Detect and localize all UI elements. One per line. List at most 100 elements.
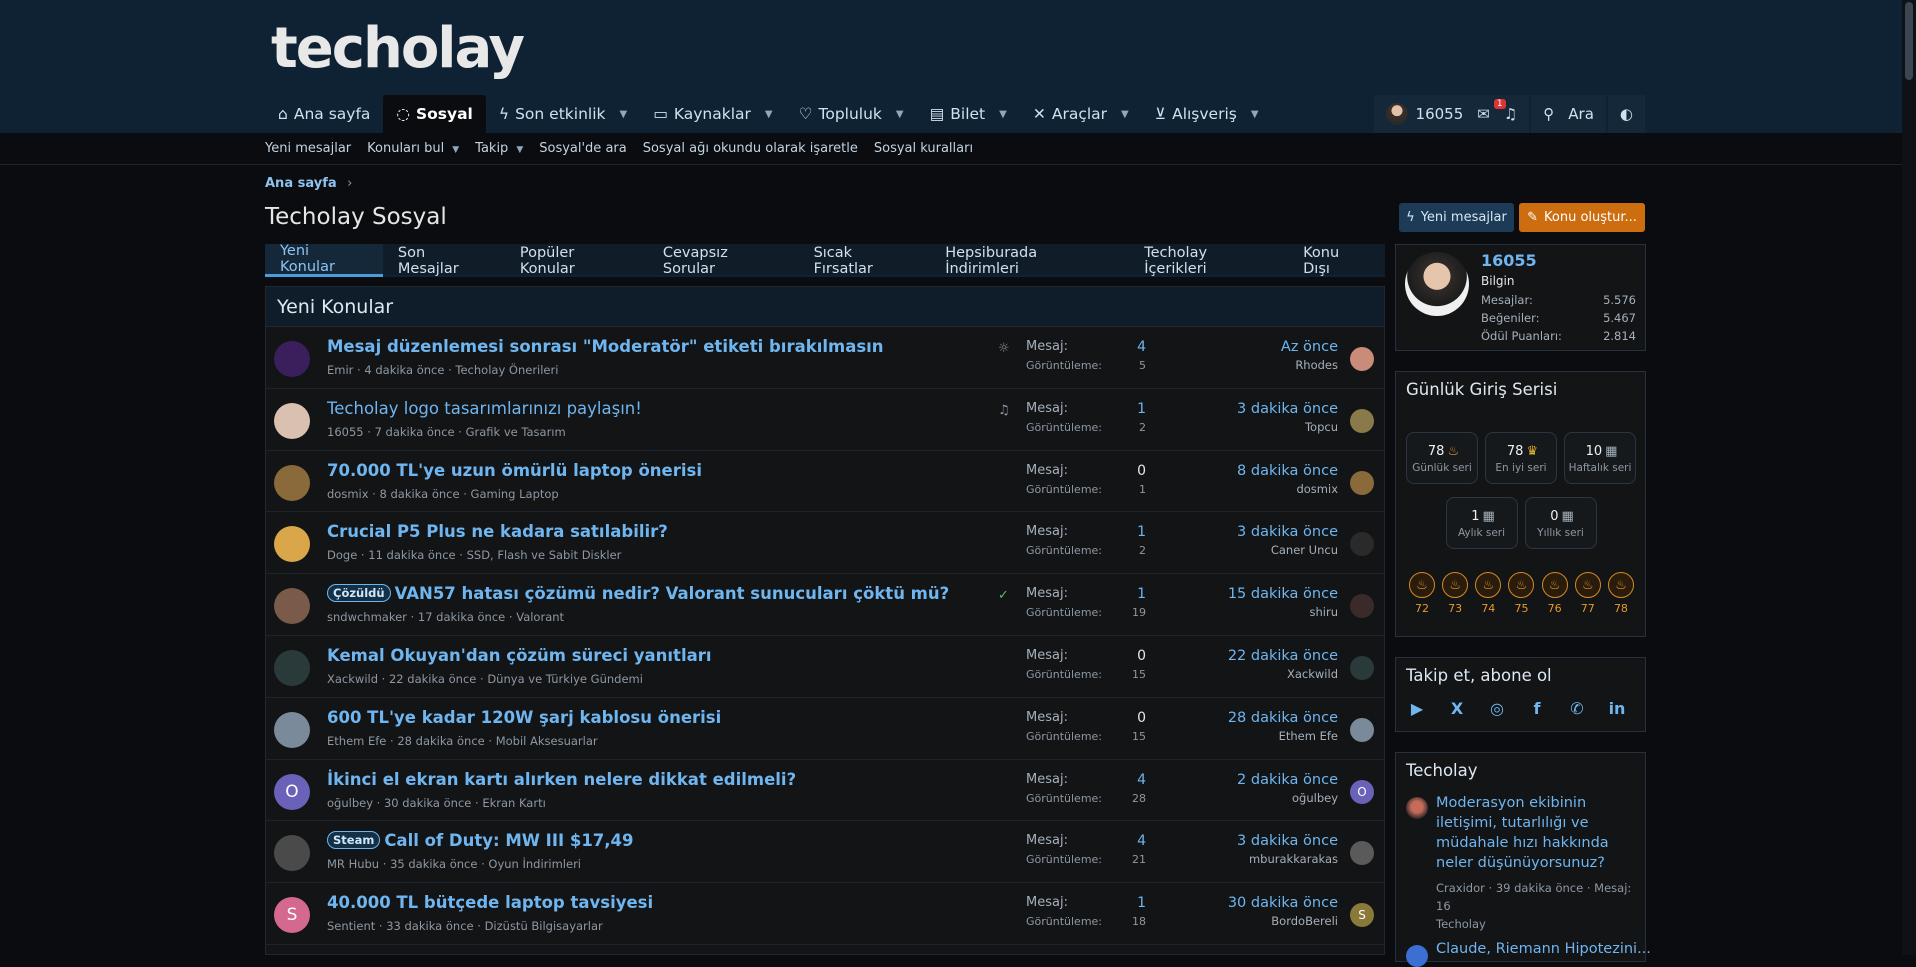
thread-author[interactable]: Ethem Efe [327, 734, 386, 748]
thread-forum[interactable]: Mobil Aksesuarlar [496, 734, 598, 748]
thread-author[interactable]: Xackwild [327, 672, 378, 686]
instagram-icon[interactable]: ◎ [1486, 697, 1508, 719]
thread-title[interactable]: Techolay logo tasarımlarınızı paylaşın! [327, 399, 642, 418]
reply-count[interactable]: 4 [1137, 833, 1146, 849]
thread-prefix[interactable]: Steam [327, 831, 381, 850]
avatar[interactable]: O [1350, 779, 1374, 804]
nav-tab-resources[interactable]: ▭ Kaynaklar ▼ [640, 95, 785, 133]
thread-forum[interactable]: Dizüstü Bilgisayarlar [485, 919, 603, 933]
chevron-down-icon[interactable]: ▼ [1251, 109, 1259, 120]
thread-forum[interactable]: Valorant [516, 610, 564, 624]
avatar[interactable] [1350, 655, 1374, 680]
avatar[interactable] [274, 835, 310, 872]
bell-icon[interactable]: ♫ 1 [1493, 99, 1517, 123]
thread-row[interactable]: 70.000 TL'ye uzun ömürlü laptop önerisi … [266, 451, 1384, 513]
last-post-time[interactable]: Az önce [1281, 339, 1338, 355]
reply-count[interactable]: 1 [1137, 524, 1146, 540]
reply-count[interactable]: 1 [1137, 586, 1146, 602]
tab-off-topic[interactable]: Konu Dışı [1288, 244, 1385, 277]
last-post-time[interactable]: 28 dakika önce [1228, 710, 1338, 726]
thread-forum[interactable]: Techolay Önerileri [455, 363, 558, 377]
subnav-mark-read[interactable]: Sosyal ağı okundu olarak işaretle [643, 141, 858, 156]
thread-author[interactable]: Emir [327, 363, 353, 377]
chevron-down-icon[interactable]: ▼ [619, 109, 627, 120]
thread-title[interactable]: İkinci el ekran kartı alırken nelere dik… [327, 770, 796, 789]
thread-time[interactable]: 11 dakika önce [368, 548, 455, 562]
thread-title[interactable]: Mesaj düzenlemesi sonrası "Moderatör" et… [327, 337, 884, 356]
avatar[interactable] [274, 341, 310, 377]
thread-author[interactable]: sndwchmaker [327, 610, 407, 624]
last-post-time[interactable]: 3 dakika önce [1237, 401, 1338, 417]
last-post-user[interactable]: dosmix [1237, 482, 1338, 496]
scrollbar[interactable] [1902, 0, 1916, 955]
subnav-new-messages[interactable]: Yeni mesajlar [265, 141, 351, 156]
thread-row[interactable]: O İkinci el ekran kartı alırken nelere d… [266, 760, 1384, 822]
youtube-icon[interactable]: ▶ [1406, 697, 1428, 719]
tab-new-threads[interactable]: Yeni Konular [265, 243, 383, 277]
avatar[interactable] [274, 711, 310, 748]
facebook-icon[interactable]: f [1526, 697, 1548, 719]
avatar[interactable]: S [1350, 903, 1374, 928]
last-post-user[interactable]: Xackwild [1228, 667, 1338, 681]
thread-title[interactable]: Çözüldü VAN57 hatası çözümü nedir? Valora… [327, 584, 949, 603]
thread-author[interactable]: dosmix [327, 487, 369, 501]
scrollbar-thumb[interactable] [1905, 2, 1913, 80]
thread-title[interactable]: 70.000 TL'ye uzun ömürlü laptop önerisi [327, 461, 702, 480]
last-post-time[interactable]: 15 dakika önce [1228, 586, 1338, 602]
nav-tab-activity[interactable]: ϟ Son etkinlik ▼ [486, 95, 640, 133]
tab-techolay-content[interactable]: Techolay İçerikleri [1129, 244, 1288, 277]
thread-row[interactable]: 600 TL'ye kadar 120W şarj kablosu öneris… [266, 698, 1384, 760]
last-post-user[interactable]: Ethem Efe [1228, 729, 1338, 743]
thread-forum[interactable]: Gaming Laptop [471, 487, 559, 501]
last-post-user[interactable]: oğulbey [1237, 791, 1338, 805]
thread-time[interactable]: 4 dakika önce [364, 363, 444, 377]
last-post-user[interactable]: mburakkarakas [1237, 852, 1338, 866]
avatar[interactable] [1350, 347, 1374, 371]
thread-time[interactable]: 17 dakika önce [418, 610, 505, 624]
thread-title[interactable]: Steam Call of Duty: MW III $17,49 [327, 831, 634, 850]
thread-row[interactable]: Steam Call of Duty: MW III $17,49 MR Hubu… [266, 821, 1384, 884]
avatar[interactable] [274, 464, 310, 501]
thread-row[interactable]: Crucial P5 Plus ne kadara satılabilir? D… [266, 512, 1384, 575]
avatar[interactable] [274, 402, 310, 439]
breadcrumb[interactable]: Ana sayfa › [265, 176, 352, 191]
subnav-follow[interactable]: Takip ▼ [475, 141, 523, 156]
subnav-rules[interactable]: Sosyal kuralları [874, 141, 973, 156]
thread-title[interactable]: Crucial P5 Plus ne kadara satılabilir? [327, 522, 668, 541]
tab-unanswered[interactable]: Cevapsız Sorular [648, 244, 799, 277]
last-post-user[interactable]: Rhodes [1281, 358, 1338, 372]
reply-count[interactable]: 4 [1137, 772, 1146, 788]
chevron-down-icon[interactable]: ▼ [896, 109, 904, 120]
nav-tab-community[interactable]: ♡ Topluluk ▼ [786, 95, 917, 133]
x-icon[interactable]: X [1446, 697, 1468, 719]
avatar[interactable] [1350, 717, 1374, 742]
thread-forum[interactable]: Grafik ve Tasarım [466, 425, 566, 439]
avatar[interactable]: S [274, 897, 310, 934]
last-post-user[interactable]: Topcu [1237, 420, 1338, 434]
theme-toggle[interactable]: ◐ [1607, 95, 1645, 133]
reply-count[interactable]: 1 [1137, 895, 1146, 911]
tab-popular[interactable]: Popüler Konular [505, 244, 648, 277]
nav-tab-ticket[interactable]: ▤ Bilet ▼ [917, 95, 1020, 133]
avatar[interactable] [274, 588, 310, 625]
thread-author[interactable]: Doge [327, 548, 357, 562]
last-post-user[interactable]: shiru [1228, 605, 1339, 619]
mail-icon[interactable]: ✉ [1477, 105, 1490, 123]
thread-time[interactable]: 7 dakika önce [375, 425, 455, 439]
avatar[interactable] [1350, 470, 1374, 495]
last-post-time[interactable]: 3 dakika önce [1237, 833, 1338, 849]
thread-row[interactable]: S 40.000 TL bütçede laptop tavsiyesi Sen… [266, 883, 1384, 945]
chevron-down-icon[interactable]: ▼ [765, 109, 773, 120]
thread-author[interactable]: MR Hubu [327, 857, 379, 871]
avatar[interactable] [274, 649, 310, 686]
thread-time[interactable]: 8 dakika önce [380, 487, 460, 501]
reply-count[interactable]: 4 [1137, 339, 1146, 355]
avatar[interactable]: O [274, 773, 310, 810]
tab-latest-posts[interactable]: Son Mesajlar [383, 244, 505, 277]
reply-count[interactable]: 1 [1137, 401, 1146, 417]
thread-forum[interactable]: Dünya ve Türkiye Gündemi [487, 672, 643, 686]
account-link[interactable]: 16055 [1385, 103, 1463, 125]
avatar[interactable] [1350, 408, 1374, 433]
nav-tab-shopping[interactable]: ⊻ Alışveriş ▼ [1142, 95, 1272, 133]
create-thread-button[interactable]: ✎ Konu oluştur... [1519, 203, 1645, 232]
